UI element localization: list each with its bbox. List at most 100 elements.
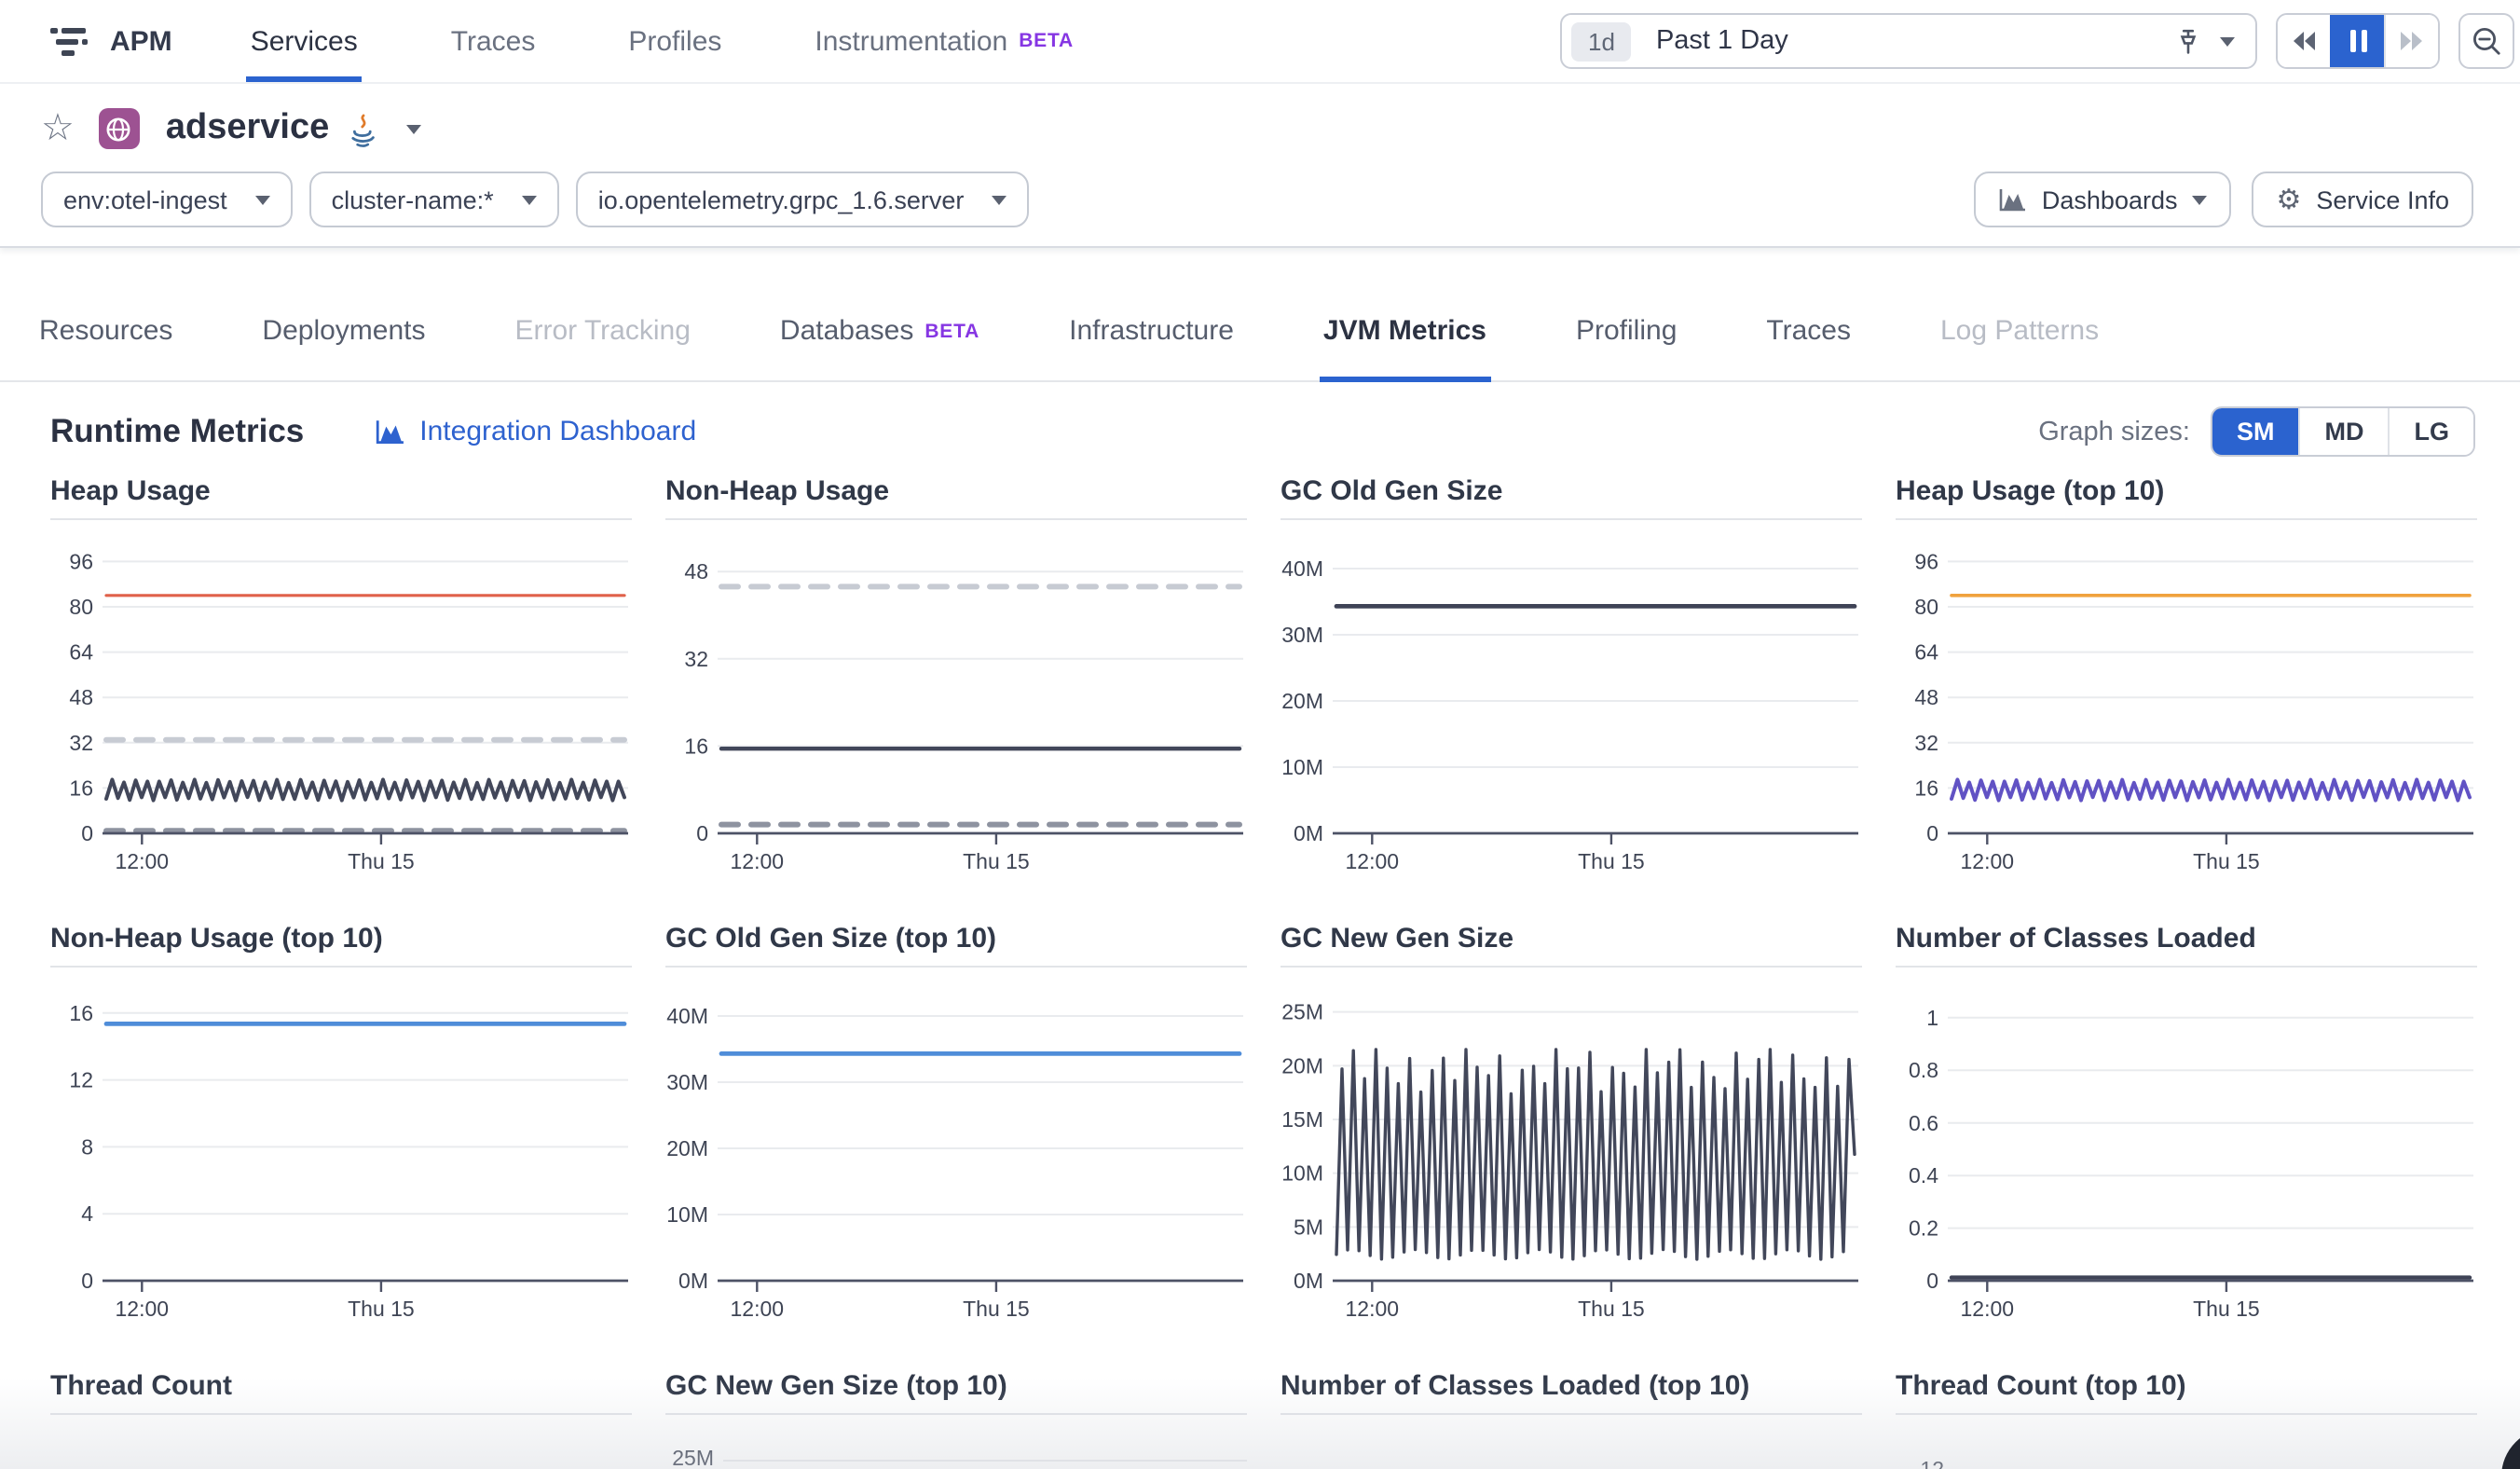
chart-title: Number of Classes Loaded (1896, 923, 2256, 954)
graph-size-sm[interactable]: SM (2212, 408, 2299, 455)
main-content: Runtime Metrics Integration Dashboard Gr… (0, 382, 2520, 1469)
graph-size-md[interactable]: MD (2298, 408, 2389, 455)
chart-number-of-classes-loaded: Number of Classes Loaded 0 0.2 0.4 0.6 0.8 1 12… (1896, 923, 2477, 1329)
x-tick-label: 12:00 (116, 849, 170, 873)
graph-size-segmented: SM MD LG (2211, 406, 2475, 457)
chart-heap-usage-top-10: Heap Usage (top 10) 0 16 32 48 64 80 96 12:00 Thu… (1896, 475, 2477, 882)
rewind-button[interactable] (2278, 15, 2330, 67)
chart-plot[interactable]: 0M 10M 20M 30M 40M 12:00 Thu 15 (1281, 520, 1862, 882)
chevron-down-icon (521, 195, 537, 204)
y-tick-label: 0 (1926, 1269, 1938, 1293)
scope-filters: env:otel-ingest cluster-name:* io.opentele… (41, 172, 1030, 227)
tab-error-tracking[interactable]: Error Tracking (515, 281, 691, 380)
tab-label: Deployments (262, 315, 426, 347)
nav-item-profiles[interactable]: Profiles (628, 0, 721, 82)
beta-badge: BETA (1019, 30, 1074, 52)
chart-divider (665, 1413, 1247, 1415)
pin-icon[interactable] (2175, 27, 2201, 55)
y-tick-label: 96 (1914, 549, 1938, 573)
forward-button[interactable] (2384, 15, 2438, 67)
filter-pill-cluster-name[interactable]: cluster-name:* (308, 172, 559, 227)
time-range-picker[interactable]: 1d Past 1 Day (1560, 13, 2257, 69)
y-tick-label: 32 (1914, 731, 1938, 755)
service-title-row: ☆ adservice (41, 97, 421, 160)
chevron-down-icon[interactable] (2220, 36, 2235, 46)
chart-plot[interactable]: 0 0.2 0.4 0.6 0.8 1 12:00 Thu 15 (1896, 968, 2477, 1329)
x-tick-label: 12:00 (116, 1297, 170, 1321)
chart-non-heap-usage-top-10: Non-Heap Usage (top 10) 0 4 8 12 16 12:00 Thu 1… (50, 923, 632, 1329)
chart-title: Number of Classes Loaded (top 10) (1281, 1370, 1750, 1402)
filter-pill-env-otel-ingest[interactable]: env:otel-ingest (41, 172, 293, 227)
chart-plot[interactable]: 0 16 32 48 12:00 Thu 15 (665, 520, 1247, 882)
y-tick-label: 20M (1281, 1053, 1323, 1078)
dashboards-button[interactable]: Dashboards (1974, 172, 2232, 227)
chart-gc-old-gen-size: GC Old Gen Size 0M 10M 20M 30M 40M 12:00 Thu 15 (1281, 475, 1862, 882)
chart-non-heap-usage: Non-Heap Usage 0 16 32 48 12:00 Thu 15 (665, 475, 1247, 882)
nav-menu-icon[interactable] (50, 25, 88, 57)
service-chevron-down-icon[interactable] (405, 124, 421, 133)
dashboards-chevron-icon (2192, 195, 2208, 204)
y-tick-label: 20M (666, 1136, 708, 1160)
chart-plot[interactable]: 0 16 32 48 64 80 96 12:00 Thu 15 (1896, 520, 2477, 882)
tab-profiling[interactable]: Profiling (1576, 281, 1677, 380)
nav-item-instrumentation[interactable]: Instrumentation BETA (815, 0, 1074, 82)
tab-databases[interactable]: Databases BETA (780, 281, 979, 380)
y-tick-label: 15M (1281, 1107, 1323, 1132)
tab-infrastructure[interactable]: Infrastructure (1069, 281, 1234, 380)
y-tick-label: 0.2 (1909, 1216, 1938, 1241)
tab-label: Databases (779, 315, 914, 347)
y-tick-label: 0.6 (1909, 1111, 1938, 1135)
tab-resources[interactable]: Resources (39, 281, 172, 380)
graph-size-lg[interactable]: LG (2388, 408, 2473, 455)
nav-item-services[interactable]: Services (246, 0, 361, 82)
tab-label: Traces (1766, 315, 1851, 347)
nav-item-traces[interactable]: Traces (451, 0, 536, 82)
chart-plot[interactable]: 0M 10M 20M 30M 40M 12:00 Thu 15 (665, 968, 1247, 1329)
service-info-button[interactable]: ⚙ Service Info (2252, 172, 2473, 227)
chart-heap-usage: Heap Usage 0 16 32 48 64 80 96 12:00 Thu 15 (50, 475, 632, 882)
y-tick-label: 64 (1914, 640, 1938, 665)
tab-log-patterns[interactable]: Log Patterns (1940, 281, 2099, 380)
chart-divider (1896, 1413, 2477, 1415)
chart-gc-new-gen-size-top-10: GC New Gen Size (top 10) 25M (665, 1370, 1247, 1469)
series-heap-used (1950, 777, 2472, 803)
pause-button[interactable] (2330, 15, 2384, 67)
graph-sizes-control: Graph sizes: SM MD LG (2038, 406, 2475, 457)
y-tick-label: 20M (1281, 689, 1323, 713)
y-tick-label: 0 (81, 1269, 93, 1293)
tab-label: JVM Metrics (1322, 315, 1486, 347)
chart-plot[interactable]: 0 16 32 48 64 80 96 12:00 Thu 15 (50, 520, 632, 882)
beta-badge: BETA (924, 320, 980, 342)
tab-traces[interactable]: Traces (1766, 281, 1851, 380)
integration-dashboard-link[interactable]: Integration Dashboard (375, 416, 696, 447)
tab-deployments[interactable]: Deployments (262, 281, 425, 380)
series-new-gen-size (1335, 1048, 1856, 1261)
zoom-out-button[interactable] (2458, 13, 2514, 69)
chart-title: Heap Usage (50, 475, 211, 507)
y-tick-label: 0 (1926, 821, 1938, 845)
favorite-star-icon[interactable]: ☆ (41, 110, 75, 147)
filter-pill-io-opentelemetry-grpc-1-6-server[interactable]: io.opentelemetry.grpc_1.6.server (575, 172, 1030, 227)
chart-plot[interactable]: 0M 5M 10M 15M 20M 25M 12:00 Thu 15 (1281, 968, 1862, 1329)
x-tick-label: 12:00 (1961, 1297, 2015, 1321)
chart-title: GC Old Gen Size (1281, 475, 1503, 507)
x-tick-label: Thu 15 (2193, 1297, 2260, 1321)
header-buttons: Dashboards ⚙ Service Info (1974, 172, 2473, 227)
chart-title: GC Old Gen Size (top 10) (665, 923, 997, 954)
y-tick-label: 80 (69, 595, 93, 619)
y-tick-label: 32 (69, 731, 93, 755)
chevron-down-icon (254, 195, 270, 204)
x-tick-label: Thu 15 (2193, 849, 2260, 873)
chart-gc-new-gen-size: GC New Gen Size 0M 5M 10M 15M 20M 25M 12:00 Thu … (1281, 923, 1862, 1329)
time-range-chip[interactable]: 1d (1571, 21, 1632, 61)
series-heap-used (104, 777, 626, 803)
tab-jvm-metrics[interactable]: JVM Metrics (1319, 281, 1490, 382)
graph-sizes-label: Graph sizes: (2038, 417, 2190, 446)
x-tick-label: Thu 15 (1578, 849, 1645, 873)
chart-title: Non-Heap Usage (665, 475, 890, 507)
y-tick-label: 8 (81, 1134, 93, 1159)
x-tick-label: 12:00 (731, 849, 785, 873)
time-range-label: Past 1 Day (1655, 26, 1788, 56)
chart-plot[interactable]: 0 4 8 12 16 12:00 Thu 15 (50, 968, 632, 1329)
y-tick-label: 30M (666, 1070, 708, 1094)
